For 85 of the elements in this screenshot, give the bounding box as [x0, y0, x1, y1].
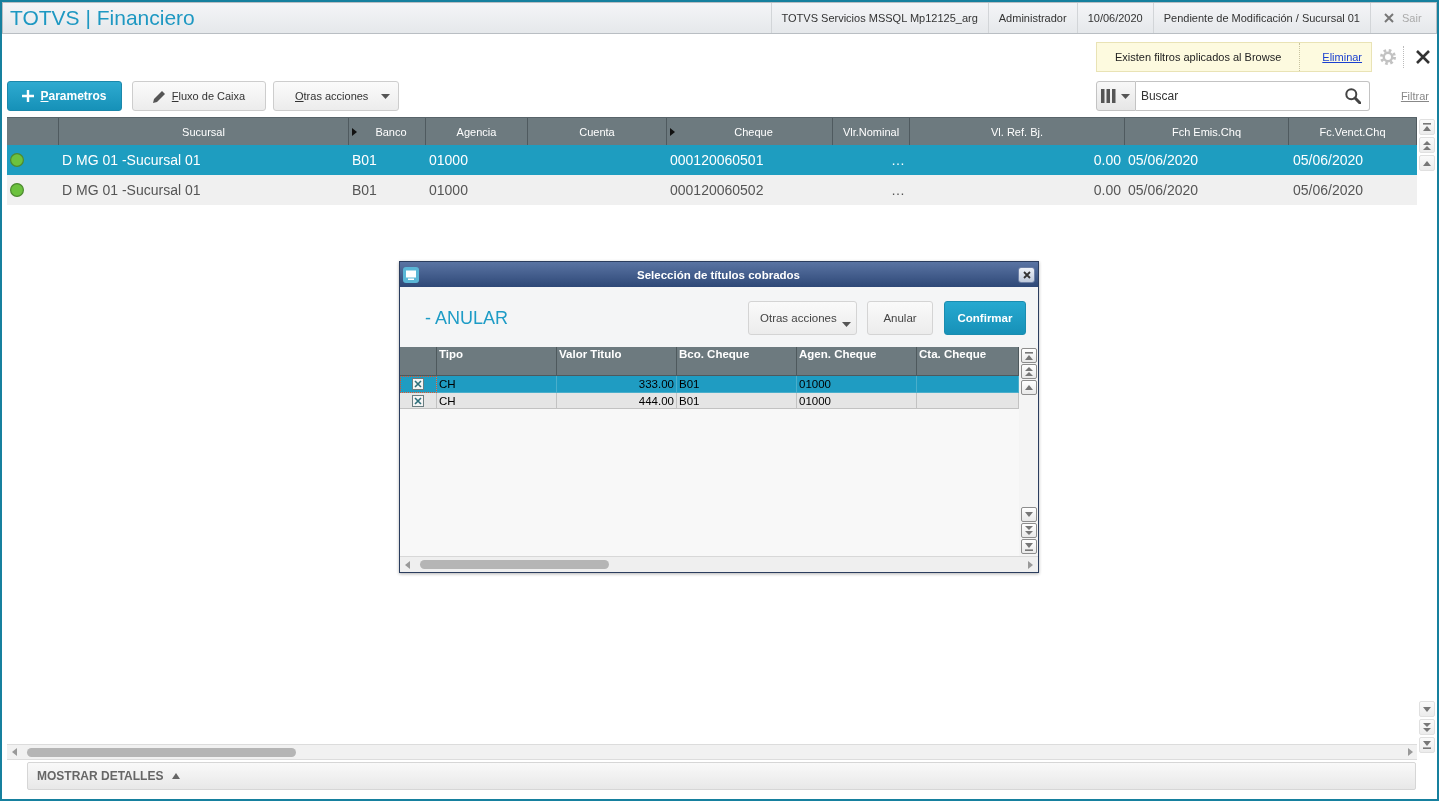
scrollbar-thumb[interactable] — [27, 747, 296, 757]
column-selector-button[interactable] — [1095, 81, 1136, 111]
scrollbar-thumb[interactable] — [420, 560, 609, 569]
close-icon[interactable] — [1416, 50, 1430, 64]
double-up-arrow-icon — [1024, 367, 1033, 376]
close-icon — [1022, 270, 1031, 279]
down-arrow-icon — [1423, 706, 1431, 712]
more-actions-button[interactable]: Otras acciones — [748, 301, 857, 335]
table-row[interactable]: CH 444.00 B01 01000 — [400, 393, 1019, 409]
dialog-title: Selección de títulos cobrados — [636, 268, 801, 281]
bar-down-arrow-icon — [1024, 542, 1033, 551]
table-cell-text: 000120060502 — [669, 181, 765, 200]
table-cell-text: … — [890, 151, 906, 170]
filter-link[interactable]: Filtrar — [1400, 90, 1429, 102]
double-down-arrow-icon — [1423, 722, 1431, 732]
show-details-button[interactable]: MOSTRAR DETALLES — [27, 762, 1416, 790]
scroll-to-bottom-button[interactable] — [1020, 539, 1037, 554]
right-arrow-icon[interactable] — [1028, 560, 1033, 569]
header-info: Pendiente de Modificación / Sucursal 01 — [1152, 3, 1370, 33]
header-info: TOTVS Servicios MSSQL Mp12125_arg — [770, 3, 988, 33]
table-cell-text: 01000 — [428, 151, 469, 170]
down-arrow-icon — [1024, 512, 1033, 517]
table-cell: B01 — [677, 393, 797, 409]
table-cell-text: 000120060501 — [669, 151, 765, 170]
checkbox[interactable] — [412, 378, 424, 390]
table-cell-text: B01 — [351, 181, 378, 200]
table-cell-text: 0.00 — [1092, 151, 1122, 170]
header-info: Administrador — [987, 3, 1077, 33]
edit-button[interactable]: Fluxo de Caixa — [132, 81, 266, 111]
search-field[interactable]: Buscar — [1140, 86, 1345, 106]
left-arrow-icon[interactable] — [405, 560, 410, 569]
page-up-button[interactable] — [1020, 364, 1037, 379]
remove-filter-link[interactable]: Eliminar — [1299, 43, 1363, 71]
caret-down-icon — [381, 93, 390, 99]
confirm-button[interactable]: Confirmar — [944, 301, 1026, 335]
checkbox[interactable] — [412, 394, 424, 407]
scroll-to-top-button[interactable] — [1020, 348, 1037, 363]
double-down-arrow-icon — [1024, 526, 1033, 535]
right-arrow-icon[interactable] — [1408, 748, 1413, 756]
window-icon — [403, 266, 419, 283]
columns-icon — [1101, 89, 1117, 103]
bar-up-arrow-icon — [1423, 123, 1431, 131]
table-cell-text: 0.00 — [1092, 181, 1122, 200]
scroll-down-button[interactable] — [1020, 507, 1037, 522]
pencil-icon — [152, 89, 166, 103]
notice-text: Existen filtros aplicados al Browse — [1114, 51, 1283, 63]
horizontal-scrollbar[interactable] — [400, 556, 1038, 572]
close-button[interactable] — [1018, 266, 1035, 283]
table-cell-text: 05/06/2020 — [1292, 151, 1365, 170]
table-cell-text: 05/06/2020 — [1292, 181, 1365, 200]
cancel-button[interactable]: Anular — [867, 301, 933, 335]
dialog-heading: - ANULAR — [425, 307, 510, 329]
table-cell-text: D MG 01 -Sucursal 01 — [61, 181, 202, 200]
table-cell: CH — [437, 393, 557, 409]
horizontal-scrollbar[interactable] — [7, 744, 1417, 760]
search-box[interactable]: Buscar — [1135, 81, 1370, 111]
bar-down-arrow-icon — [1423, 741, 1431, 749]
left-arrow-icon[interactable] — [12, 748, 17, 756]
caret-up-icon — [172, 773, 181, 779]
close-icon — [1384, 13, 1394, 23]
table-cell-text: D MG 01 -Sucursal 01 — [61, 151, 202, 170]
bar-up-arrow-icon — [1024, 351, 1033, 360]
page-down-button[interactable] — [1020, 523, 1037, 538]
table-cell-text: 05/06/2020 — [1127, 181, 1200, 200]
app-title: TOTVS | Financiero — [9, 6, 196, 30]
more-actions-button[interactable]: Otras acciones — [273, 81, 399, 111]
table-cell-text: … — [890, 181, 906, 200]
caret-down-icon — [842, 322, 851, 327]
double-up-arrow-icon — [1423, 140, 1431, 150]
table-row[interactable]: D MG 01 -Sucursal 01 B01 01000 000120060502 … 0.00 05/06/2020 05/06/2020 — [7, 175, 1417, 205]
table-row[interactable]: CH 333.00 B01 01000 — [400, 376, 1019, 393]
table-cell-text: 05/06/2020 — [1127, 151, 1200, 170]
table-cell: 01000 — [797, 393, 917, 409]
caret-down-icon — [1121, 93, 1131, 99]
table-cell-text: 01000 — [428, 181, 469, 200]
scroll-up-button[interactable] — [1020, 380, 1037, 395]
search-icon[interactable] — [1344, 88, 1361, 104]
table-row[interactable]: D MG 01 -Sucursal 01 B01 01000 000120060501 … 0.00 05/06/2020 05/06/2020 — [7, 145, 1417, 175]
up-arrow-icon — [1423, 160, 1431, 166]
add-button[interactable]: Parametros — [7, 81, 122, 111]
table-cell: 444.00 — [557, 393, 677, 409]
header-info: 10/06/2020 — [1076, 3, 1153, 33]
table-cell-text: B01 — [351, 151, 378, 170]
up-arrow-icon — [1024, 385, 1033, 390]
plus-icon — [22, 90, 35, 102]
